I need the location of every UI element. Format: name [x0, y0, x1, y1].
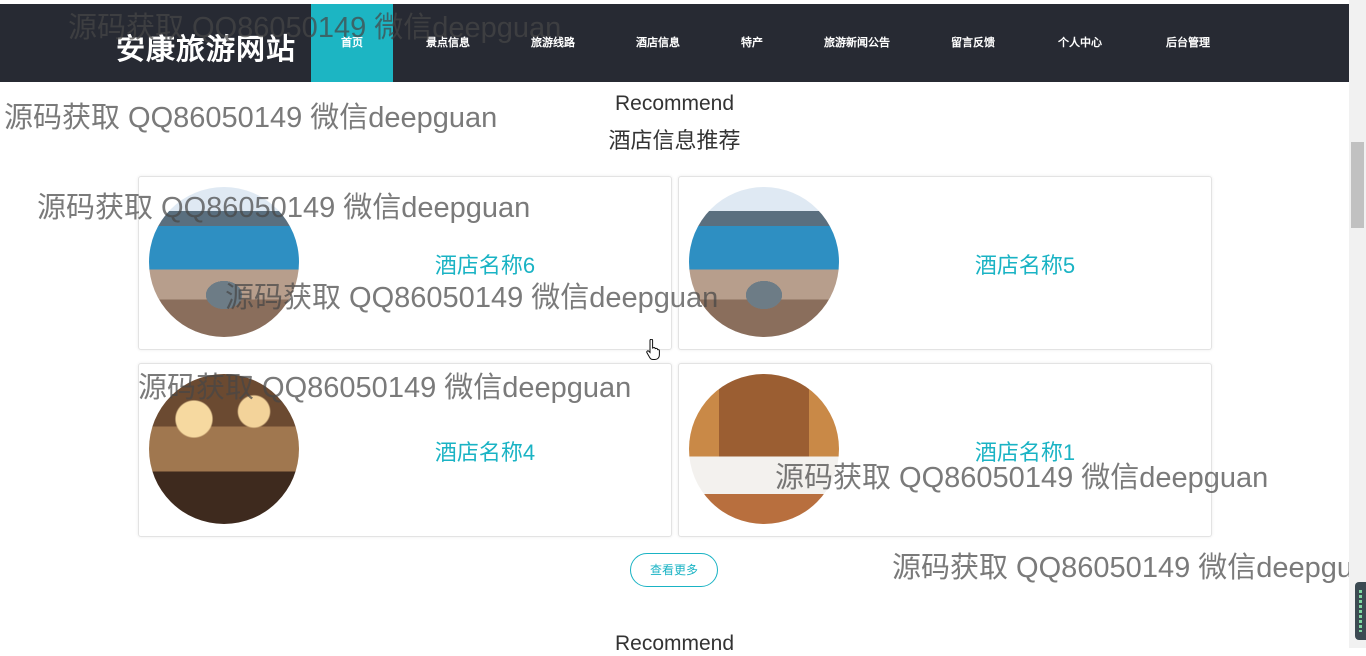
nav-item-feedback[interactable]: 留言反馈: [933, 4, 1013, 82]
section-title: 酒店信息推荐: [608, 128, 741, 153]
hotel-name[interactable]: 酒店名称1: [679, 435, 1211, 467]
section-eyebrow: Recommend: [614, 92, 735, 115]
top-navbar: 安康旅游网站 首页 景点信息 旅游线路 酒店信息 特产 旅游新闻公告 留言反馈 …: [0, 4, 1349, 82]
hotel-card[interactable]: 酒店名称4: [138, 363, 672, 537]
nav-item-user-center[interactable]: 个人中心: [1040, 4, 1120, 82]
nav-item-news[interactable]: 旅游新闻公告: [809, 4, 905, 82]
next-section-eyebrow: Recommend: [614, 632, 735, 655]
watermark-text: 源码获取 QQ86050149 微信deepguan: [892, 552, 1366, 584]
hotel-name[interactable]: 酒店名称5: [679, 248, 1211, 280]
hotel-card[interactable]: 酒店名称1: [678, 363, 1212, 537]
hand-cursor-icon: [646, 339, 660, 360]
nav-item-specialties[interactable]: 特产: [712, 4, 792, 82]
hotel-name[interactable]: 酒店名称4: [139, 435, 671, 467]
side-widget-icon[interactable]: [1355, 582, 1366, 640]
nav-item-admin[interactable]: 后台管理: [1148, 4, 1228, 82]
view-more-button[interactable]: 查看更多: [630, 553, 718, 587]
vertical-scrollbar[interactable]: [1349, 0, 1366, 648]
nav-item-hotels[interactable]: 酒店信息: [618, 4, 698, 82]
scrollbar-thumb[interactable]: [1351, 142, 1364, 228]
hotel-name[interactable]: 酒店名称6: [139, 248, 671, 280]
site-brand[interactable]: 安康旅游网站: [116, 26, 296, 68]
hotel-card[interactable]: 酒店名称5: [678, 176, 1212, 350]
nav-item-home[interactable]: 首页: [311, 4, 393, 82]
nav-item-attractions[interactable]: 景点信息: [408, 4, 488, 82]
nav-item-routes[interactable]: 旅游线路: [513, 4, 593, 82]
hotel-card[interactable]: 酒店名称6: [138, 176, 672, 350]
